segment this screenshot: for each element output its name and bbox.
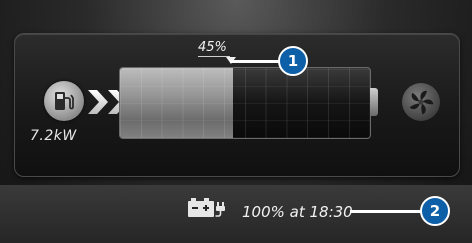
charging-station-button[interactable] <box>44 81 84 121</box>
status-bar <box>0 185 472 243</box>
climate-button[interactable] <box>402 83 440 121</box>
fan-icon <box>409 90 434 115</box>
callout-1-badge: 1 <box>278 46 308 76</box>
charging-display: 7.2kW 45% 100% at 18:30 1 2 <box>0 0 472 243</box>
charge-completion-status: 100% at 18:30 <box>242 203 353 221</box>
callout-2-badge: 2 <box>420 196 450 226</box>
battery-terminal <box>370 88 378 116</box>
charging-power-label: 7.2kW <box>30 128 77 144</box>
callout-2-line <box>350 210 422 213</box>
callout-1-line <box>230 60 282 63</box>
battery-gauge <box>119 67 371 139</box>
charging-station-icon <box>55 92 74 110</box>
battery-plug-icon <box>188 198 225 217</box>
battery-level-label: 45% <box>198 40 227 55</box>
